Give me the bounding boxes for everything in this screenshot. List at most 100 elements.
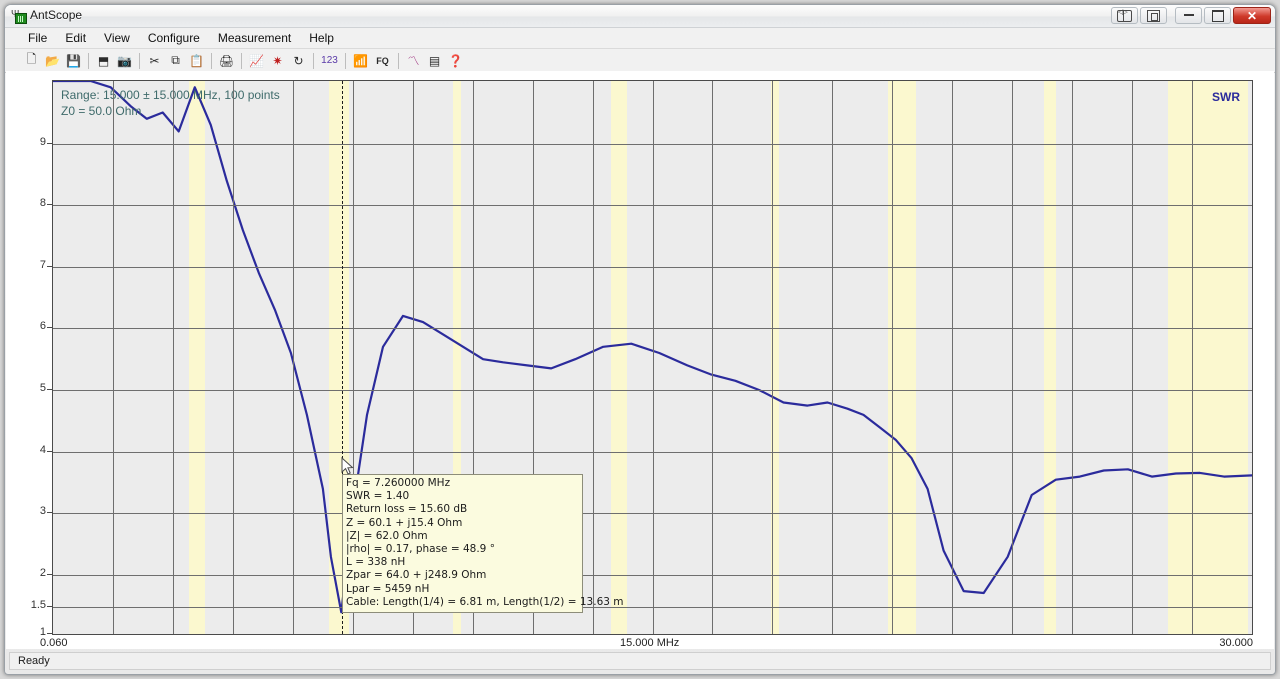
- horizontal-gridline: [53, 575, 1252, 576]
- print-icon[interactable]: 🖨: [216, 51, 237, 71]
- toolbar-separator: [88, 53, 89, 69]
- status-bar: Ready: [9, 652, 1271, 670]
- toolbar-separator: [345, 53, 346, 69]
- window-restore-doc-button[interactable]: [1140, 7, 1167, 24]
- measurement-tooltip: Fq = 7.260000 MHzSWR = 1.40Return loss =…: [342, 474, 583, 613]
- tooltip-line: Cable: Length(1/4) = 6.81 m, Length(1/2)…: [346, 596, 579, 609]
- tooltip-line: Lpar = 5459 nH: [346, 583, 579, 596]
- menu-configure[interactable]: Configure: [139, 29, 209, 47]
- vertical-gridline: [233, 81, 234, 634]
- help-icon[interactable]: ❓: [445, 51, 466, 71]
- title-bar: Ψ AntScope ✕: [5, 5, 1275, 28]
- multi-trace-icon[interactable]: 〽: [403, 51, 424, 71]
- minimize-button[interactable]: [1175, 7, 1202, 24]
- menu-edit[interactable]: Edit: [56, 29, 95, 47]
- numeric-data-icon[interactable]: 123: [318, 51, 341, 71]
- paste-icon[interactable]: 📋: [186, 51, 207, 71]
- y-tick-mark: [47, 451, 52, 452]
- vertical-gridline: [892, 81, 893, 634]
- y-tick-mark: [47, 143, 52, 144]
- vertical-gridline: [1072, 81, 1073, 634]
- screenshot-icon[interactable]: 📷: [114, 51, 135, 71]
- horizontal-gridline: [53, 267, 1252, 268]
- vertical-gridline: [1132, 81, 1133, 634]
- menu-view[interactable]: View: [95, 29, 139, 47]
- menu-help[interactable]: Help: [300, 29, 343, 47]
- vertical-gridline: [113, 81, 114, 634]
- y-tick-mark: [47, 266, 52, 267]
- cut-icon[interactable]: ✂: [144, 51, 165, 71]
- toolbar-separator: [398, 53, 399, 69]
- y-tick-label: 1.5: [10, 599, 46, 611]
- horizontal-gridline: [53, 607, 1252, 608]
- y-tick-label: 3: [10, 505, 46, 517]
- tooltip-line: L = 338 nH: [346, 556, 579, 569]
- range-line-1: Range: 15.000 ± 15.000 MHz, 100 points: [61, 87, 280, 103]
- range-info: Range: 15.000 ± 15.000 MHz, 100 points Z…: [61, 87, 280, 119]
- toolbar: 🗋📂💾 ⬒📷 ✂⧉📋 🖨 📈✷↻ 123 📶FQ 〽▤❓: [5, 49, 1275, 73]
- save-icon[interactable]: 💾: [63, 51, 84, 71]
- y-tick-label: 6: [10, 320, 46, 332]
- horizontal-gridline: [53, 390, 1252, 391]
- vertical-gridline: [1012, 81, 1013, 634]
- y-tick-label: 8: [10, 197, 46, 209]
- vertical-gridline: [712, 81, 713, 634]
- swr-plot[interactable]: Range: 15.000 ± 15.000 MHz, 100 points Z…: [52, 80, 1253, 635]
- menu-bar: File Edit View Configure Measurement Hel…: [5, 28, 1275, 49]
- vertical-gridline: [593, 81, 594, 634]
- tooltip-line: Zpar = 64.0 + j248.9 Ohm: [346, 569, 579, 582]
- tooltip-line: Return loss = 15.60 dB: [346, 503, 579, 516]
- tooltip-line: Fq = 7.260000 MHz: [346, 477, 579, 490]
- tooltip-line: |rho| = 0.17, phase = 48.9 °: [346, 543, 579, 556]
- open-icon[interactable]: 📂: [42, 51, 63, 71]
- vertical-gridline: [772, 81, 773, 634]
- y-tick-mark: [47, 606, 52, 607]
- vertical-gridline: [1192, 81, 1193, 634]
- y-tick-label: 9: [10, 136, 46, 148]
- graph-icon[interactable]: 📈: [246, 51, 267, 71]
- toolbar-separator: [313, 53, 314, 69]
- horizontal-gridline: [53, 328, 1252, 329]
- y-tick-mark: [47, 389, 52, 390]
- vertical-gridline: [653, 81, 654, 634]
- vertical-gridline: [832, 81, 833, 634]
- window-controls: ✕: [1111, 7, 1271, 24]
- horizontal-gridline: [53, 205, 1252, 206]
- copy-icon[interactable]: ⧉: [165, 51, 186, 71]
- menu-file[interactable]: File: [19, 29, 56, 47]
- close-button[interactable]: ✕: [1233, 7, 1271, 24]
- y-tick-label: 2: [10, 567, 46, 579]
- window-splitter-button[interactable]: [1111, 7, 1138, 24]
- y-tick-label: 5: [10, 382, 46, 394]
- application-window: Ψ AntScope ✕ File Edit View Configure Me…: [4, 4, 1276, 675]
- download-device-icon[interactable]: ⬒: [93, 51, 114, 71]
- antenna-scan-icon[interactable]: 📶: [350, 51, 371, 71]
- refresh-icon[interactable]: ↻: [288, 51, 309, 71]
- range-line-2: Z0 = 50.0 Ohm: [61, 103, 280, 119]
- status-text: Ready: [18, 655, 50, 667]
- frequency-icon[interactable]: FQ: [371, 51, 394, 71]
- vertical-gridline: [293, 81, 294, 634]
- x-tick-start: 0.060: [40, 637, 68, 649]
- maximize-button[interactable]: [1204, 7, 1231, 24]
- horizontal-gridline: [53, 452, 1252, 453]
- y-tick-mark: [47, 633, 52, 634]
- y-tick-mark: [47, 574, 52, 575]
- swr-legend-label: SWR: [1212, 90, 1240, 104]
- mouse-cursor: [341, 457, 355, 477]
- menu-measurement[interactable]: Measurement: [209, 29, 300, 47]
- new-icon[interactable]: 🗋: [21, 51, 42, 71]
- horizontal-gridline: [53, 513, 1252, 514]
- vertical-gridline: [952, 81, 953, 634]
- horizontal-gridline: [53, 144, 1252, 145]
- vertical-gridline: [173, 81, 174, 634]
- window-title: AntScope: [30, 8, 82, 22]
- tooltip-line: SWR = 1.40: [346, 490, 579, 503]
- clear-graph-icon[interactable]: ✷: [267, 51, 288, 71]
- toolbar-separator: [241, 53, 242, 69]
- tooltip-line: Z = 60.1 + j15.4 Ohm: [346, 517, 579, 530]
- y-tick-label: 4: [10, 444, 46, 456]
- antenna-icon: Ψ: [11, 9, 26, 23]
- list-icon[interactable]: ▤: [424, 51, 445, 71]
- y-tick-label: 7: [10, 259, 46, 271]
